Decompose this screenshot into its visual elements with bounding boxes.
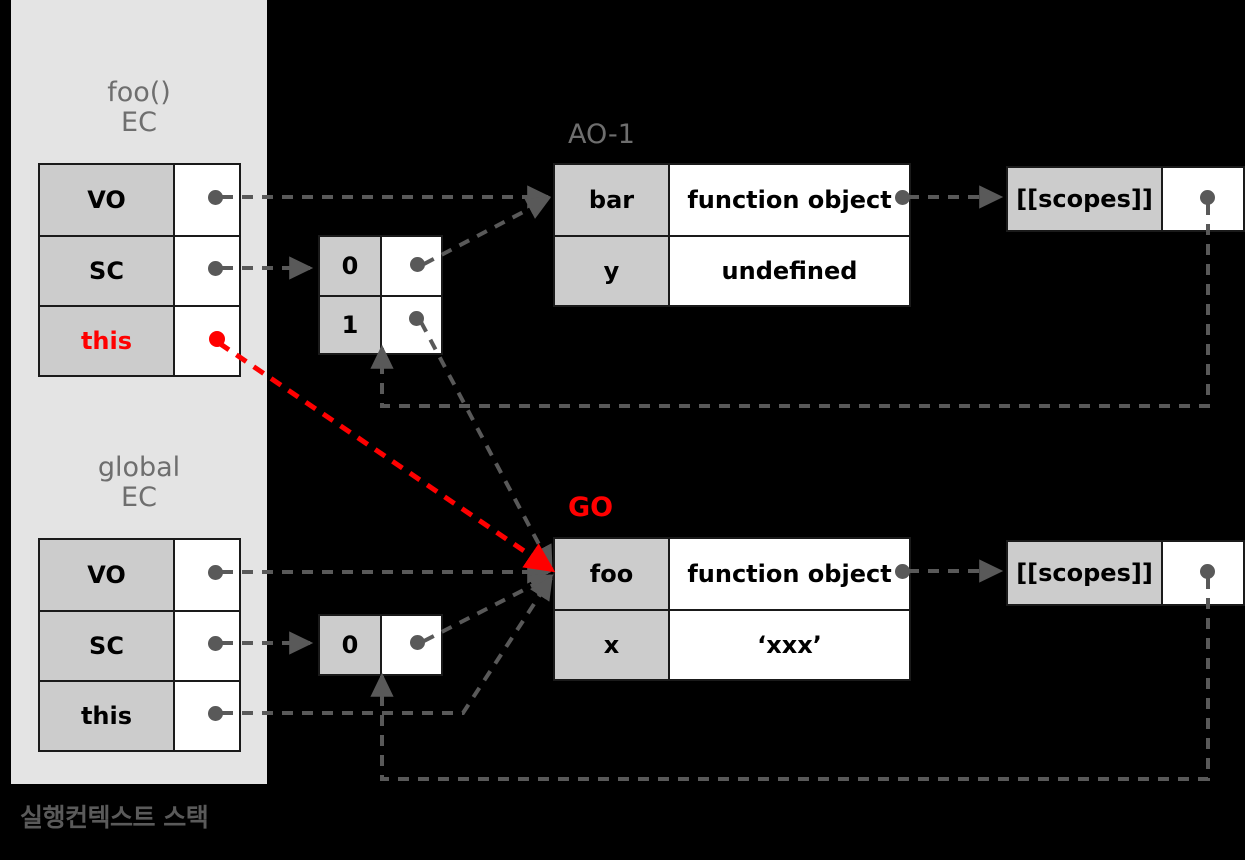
ao1-row-y-value: undefined — [670, 237, 909, 305]
table-row: y undefined — [555, 235, 909, 305]
foo-scope-chain-array: 0 1 — [318, 235, 443, 355]
go-title: GO — [568, 492, 614, 523]
ao1-title: AO-1 — [568, 119, 635, 150]
list-item: 1 — [320, 295, 441, 353]
global-ec-row-vo-key: VO — [40, 540, 175, 610]
global-ec-title-line2: EC — [121, 482, 157, 514]
pointer-dot-scopes-bottom — [1200, 564, 1215, 579]
table-row: x ‘xxx’ — [555, 609, 909, 679]
pointer-dot-global-this — [208, 706, 223, 721]
pointer-dot-ao1-bar — [895, 190, 910, 205]
foo-ec-row-this-key: this — [40, 307, 175, 375]
foo-ec-title: foo() EC — [11, 77, 267, 139]
go-table: foo function object x ‘xxx’ — [553, 537, 911, 681]
scopes-bottom-label: [[scopes]] — [1008, 542, 1163, 604]
global-ec-row-sc-key: SC — [40, 612, 175, 680]
global-scope-chain-index-0: 0 — [320, 616, 382, 674]
global-ec-title: global EC — [11, 452, 267, 514]
ao1-row-y-key: y — [555, 237, 670, 305]
foo-ec-row-vo-value — [175, 165, 239, 235]
global-ec-row-this-key: this — [40, 682, 175, 750]
ao1-row-bar-key: bar — [555, 165, 670, 235]
go-row-foo-key: foo — [555, 539, 670, 609]
foo-scope-chain-value-1 — [382, 297, 441, 353]
go-row-foo-value: function object — [670, 539, 909, 609]
foo-ec-title-line1: foo() — [107, 77, 171, 108]
global-ec-row-this-value — [175, 682, 239, 750]
pointer-dot-global-scope0 — [410, 635, 425, 650]
pointer-dot-scopes-top — [1200, 190, 1215, 205]
scopes-top-label: [[scopes]] — [1008, 168, 1163, 230]
table-row: bar function object — [555, 165, 909, 235]
global-ec-row-vo-value — [175, 540, 239, 610]
pointer-dot-global-vo — [208, 565, 223, 580]
foo-ec-row-this-value — [175, 307, 239, 375]
pointer-dot-scope1 — [409, 311, 424, 326]
pointer-dot-scope0 — [410, 257, 425, 272]
pointer-dot-global-sc — [208, 636, 223, 651]
foo-scope-chain-index-0: 0 — [320, 237, 382, 295]
ao1-table: bar function object y undefined — [553, 163, 911, 307]
global-ec-title-line1: global — [97, 452, 181, 483]
diagram-canvas: foo() EC VO SC this global EC VO SC this… — [0, 0, 1245, 860]
pointer-dot-foo-this — [209, 331, 225, 347]
foo-ec-row-sc-value — [175, 237, 239, 305]
global-ec-row-sc-value — [175, 612, 239, 680]
table-row: foo function object — [555, 539, 909, 609]
ao1-row-bar-value: function object — [670, 165, 909, 235]
pointer-dot-go-foo — [895, 564, 910, 579]
go-row-x-key: x — [555, 611, 670, 679]
foo-ec-title-line2: EC — [121, 107, 157, 139]
foo-ec-row-vo-key: VO — [40, 165, 175, 235]
stack-caption: 실행컨텍스트 스택 — [20, 803, 209, 832]
pointer-dot-foo-sc — [208, 261, 223, 276]
foo-ec-row-sc-key: SC — [40, 237, 175, 305]
pointer-dot-foo-vo — [208, 190, 223, 205]
foo-scope-chain-index-1: 1 — [320, 297, 382, 353]
go-row-x-value: ‘xxx’ — [670, 611, 909, 679]
